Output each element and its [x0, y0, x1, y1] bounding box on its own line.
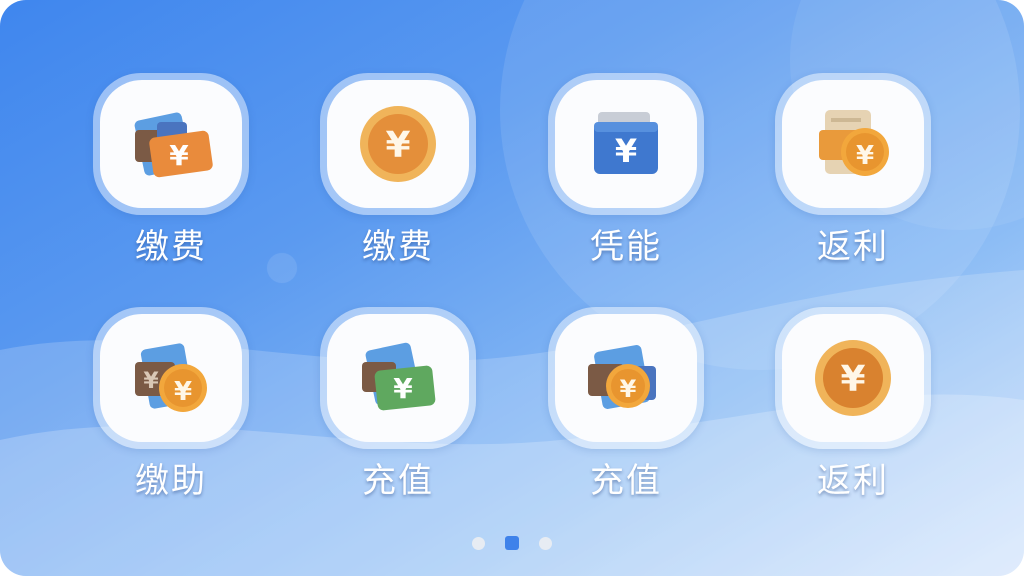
icon-frame: ¥ — [548, 73, 704, 215]
blue-wallet-yen-icon: ¥ — [594, 112, 658, 174]
svg-text:¥: ¥ — [143, 369, 159, 394]
yen-coin-icon: ¥ — [360, 106, 436, 182]
app-tile-assist[interactable]: ¥ ¥ 缴助 — [91, 307, 251, 537]
icon-frame: ¥ — [775, 307, 931, 449]
app-label: 充值 — [590, 461, 662, 501]
app-label: 返利 — [817, 227, 889, 267]
app-tile-rebate-2[interactable]: ¥ 返利 — [773, 307, 933, 537]
home-screen: ¥ 缴费 ¥ 缴费 ¥ 凭能 ¥ 返利 ¥ ¥ 缴助 ¥ 充值 ¥ 充值 ¥ 返… — [0, 0, 1024, 576]
page-dot-1[interactable] — [472, 536, 485, 550]
icon-frame: ¥ — [93, 73, 249, 215]
yen-coin-icon: ¥ — [815, 340, 891, 416]
cards-coin-icon: ¥ ¥ — [135, 343, 207, 412]
cards-yen-icon: ¥ — [134, 112, 213, 178]
app-label: 缴费 — [135, 227, 207, 267]
app-tile-energy[interactable]: ¥ 凭能 — [546, 73, 706, 303]
svg-text:¥: ¥ — [615, 132, 637, 170]
app-label: 缴助 — [135, 461, 207, 501]
app-tile-pay-coin[interactable]: ¥ 缴费 — [318, 73, 478, 303]
app-label: 返利 — [817, 461, 889, 501]
svg-text:¥: ¥ — [169, 139, 189, 172]
svg-text:¥: ¥ — [856, 141, 874, 171]
page-dot-3[interactable] — [539, 536, 552, 550]
app-tile-pay[interactable]: ¥ 缴费 — [91, 73, 251, 303]
icon-frame: ¥ — [320, 307, 476, 449]
svg-text:¥: ¥ — [385, 125, 410, 166]
svg-text:¥: ¥ — [620, 375, 637, 403]
icon-frame: ¥ — [320, 73, 476, 215]
icon-frame: ¥ ¥ — [93, 307, 249, 449]
app-tile-recharge[interactable]: ¥ 充值 — [318, 307, 478, 537]
icon-frame: ¥ — [548, 307, 704, 449]
receipt-coin-icon: ¥ — [819, 110, 889, 176]
app-tile-recharge-2[interactable]: ¥ 充值 — [546, 307, 706, 537]
svg-text:¥: ¥ — [393, 372, 413, 405]
green-card-yen-icon: ¥ — [362, 342, 436, 411]
icon-frame: ¥ — [775, 73, 931, 215]
app-label: 充值 — [362, 461, 434, 501]
page-dot-2-active[interactable] — [505, 536, 519, 550]
svg-text:¥: ¥ — [840, 359, 865, 400]
page-indicator — [0, 535, 1024, 551]
svg-text:¥: ¥ — [174, 377, 192, 407]
app-tile-rebate[interactable]: ¥ 返利 — [773, 73, 933, 303]
app-label: 缴费 — [362, 227, 434, 267]
cards-coin-icon: ¥ — [588, 345, 656, 409]
app-label: 凭能 — [590, 227, 662, 267]
